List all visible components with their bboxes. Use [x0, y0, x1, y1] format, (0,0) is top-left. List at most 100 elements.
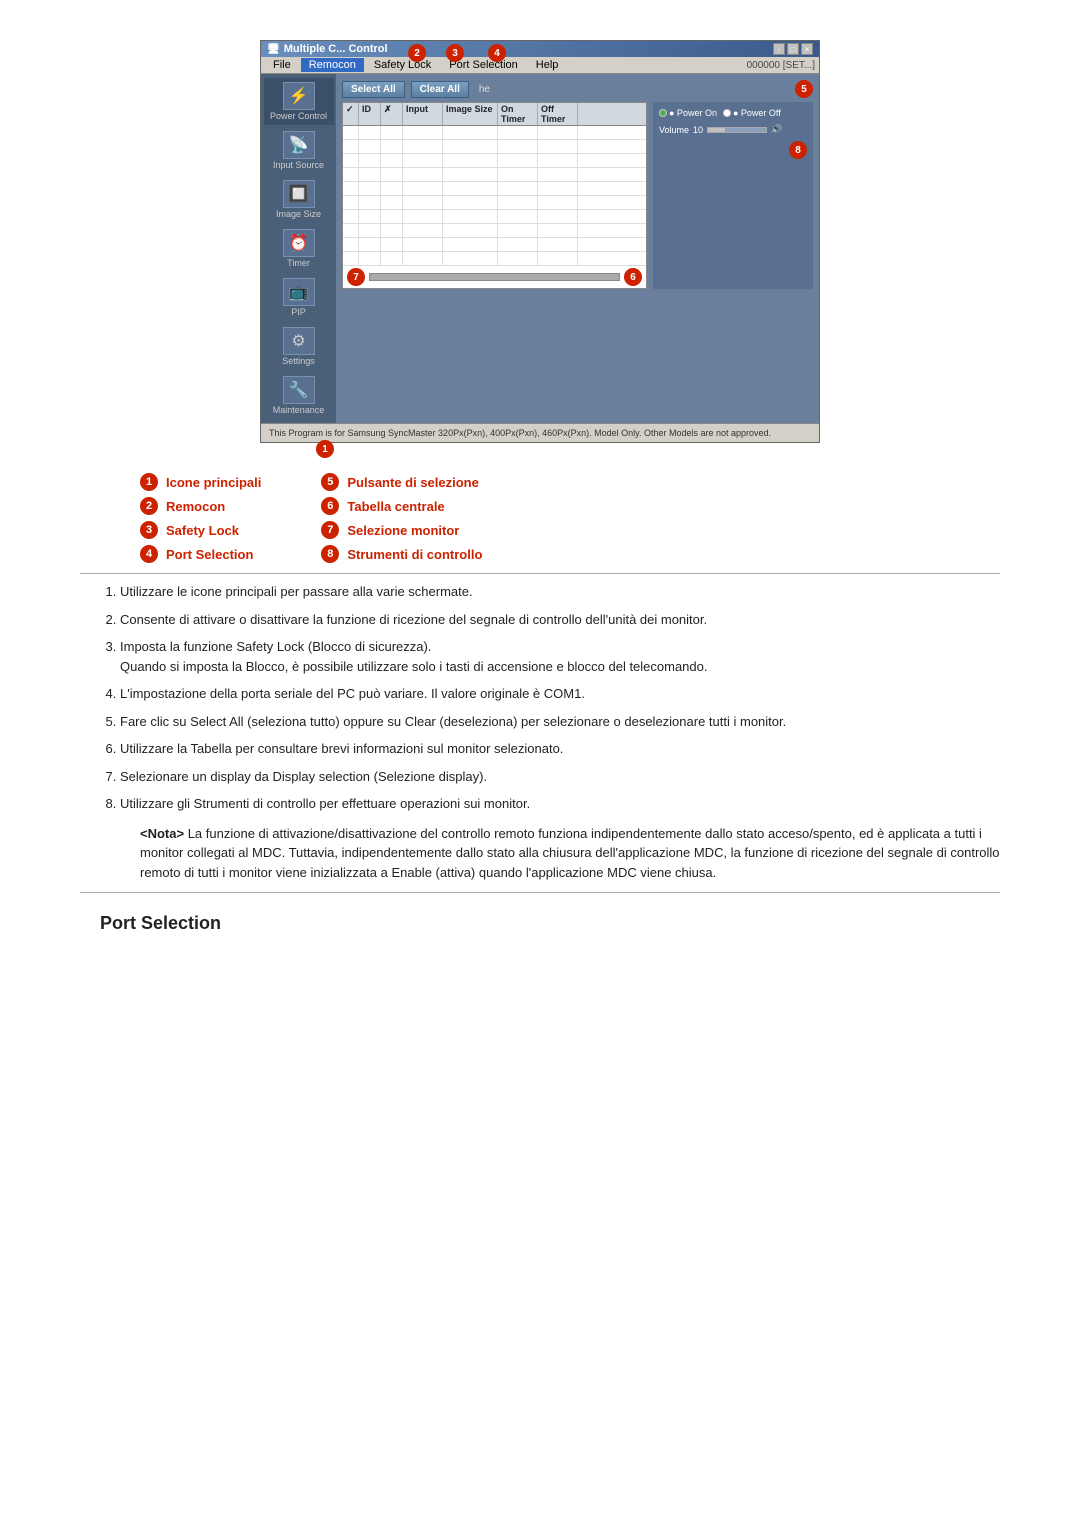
scroll-area: 7 6: [347, 268, 642, 286]
legend-item-6: 6 Tabella centrale: [321, 497, 482, 515]
legend-section: 1 Icone principali 2 Remocon 3 Safety Lo…: [140, 473, 1000, 563]
power-on-radio[interactable]: [659, 109, 667, 117]
circle-3-overlay: 3: [446, 44, 464, 62]
sidebar-timer[interactable]: ⏰ Timer: [264, 225, 334, 272]
status-bar: This Program is for Samsung SyncMaster 3…: [261, 423, 819, 442]
th-check: ✓: [343, 103, 359, 125]
legend-num-7: 7: [321, 521, 339, 539]
table-row: [343, 224, 646, 238]
instruction-8: Utilizzare gli Strumenti di controllo pe…: [120, 794, 980, 814]
sidebar-input-source[interactable]: 📡 Input Source: [264, 127, 334, 174]
circle-8: 8: [789, 141, 807, 159]
sidebar-settings[interactable]: ⚙ Settings: [264, 323, 334, 370]
divider: [80, 573, 1000, 574]
legend-col-left: 1 Icone principali 2 Remocon 3 Safety Lo…: [140, 473, 261, 563]
legend-label-4: Port Selection: [166, 547, 253, 562]
legend-item-4: 4 Port Selection: [140, 545, 261, 563]
minimize-btn[interactable]: -: [773, 43, 785, 55]
instruction-3: Imposta la funzione Safety Lock (Blocco …: [120, 637, 980, 676]
table-row: [343, 196, 646, 210]
sidebar-settings-label: Settings: [282, 356, 315, 366]
legend-item-5: 5 Pulsante di selezione: [321, 473, 482, 491]
sidebar: ⚡ Power Control 📡 Input Source 🔲 Image S…: [261, 74, 336, 423]
legend-num-8: 8: [321, 545, 339, 563]
power-off-option[interactable]: ● Power Off: [723, 108, 781, 118]
circle-5: 5: [795, 80, 813, 98]
menu-safety-lock[interactable]: Safety Lock: [366, 58, 439, 72]
table-row: [343, 126, 646, 140]
legend-item-3: 3 Safety Lock: [140, 521, 261, 539]
app-screenshot: 🖥 Multiple C... Control - □ × File Remoc…: [260, 40, 820, 443]
nota-label: <Nota>: [140, 826, 184, 841]
sidebar-power-label: Power Control: [270, 111, 327, 121]
close-btn[interactable]: ×: [801, 43, 813, 55]
sidebar-input-label: Input Source: [273, 160, 324, 170]
sidebar-maintenance-label: Maintenance: [273, 405, 325, 415]
legend-label-1: Icone principali: [166, 475, 261, 490]
power-off-radio[interactable]: [723, 109, 731, 117]
menu-right-text: 000000 [SET...]: [747, 58, 815, 72]
nota-text: La funzione di attivazione/disattivazion…: [140, 826, 1000, 880]
legend-num-1: 1: [140, 473, 158, 491]
sidebar-pip[interactable]: 📺 PIP: [264, 274, 334, 321]
menu-remocon[interactable]: Remocon: [301, 58, 364, 72]
volume-slider[interactable]: [707, 127, 767, 133]
table-row: [343, 238, 646, 252]
legend-col-right: 5 Pulsante di selezione 6 Tabella centra…: [321, 473, 482, 563]
power-off-label: ● Power Off: [733, 108, 781, 118]
instruction-7: Selezionare un display da Display select…: [120, 767, 980, 787]
table-row: [343, 168, 646, 182]
circle-6: 6: [624, 268, 642, 286]
power-on-option[interactable]: ● Power On: [659, 108, 717, 118]
content-area: Select All Clear All he 5 ✓ ID ✗ Input: [336, 74, 819, 423]
legend-item-2: 2 Remocon: [140, 497, 261, 515]
th-off-timer: Off Timer: [538, 103, 578, 125]
input-source-icon: 📡: [283, 131, 315, 159]
sidebar-maintenance[interactable]: 🔧 Maintenance: [264, 372, 334, 419]
sidebar-image-size[interactable]: 🔲 Image Size: [264, 176, 334, 223]
monitor-table: ✓ ID ✗ Input Image Size On Timer Off Tim…: [342, 102, 647, 289]
sidebar-image-label: Image Size: [276, 209, 321, 219]
title-bar-controls[interactable]: - □ ×: [773, 43, 813, 55]
instructions: Utilizzare le icone principali per passa…: [100, 582, 980, 814]
app-icon: 🖥: [267, 44, 280, 55]
circle-7: 7: [347, 268, 365, 286]
settings-icon: ⚙: [283, 327, 315, 355]
image-size-icon: 🔲: [283, 180, 315, 208]
table-row: [343, 252, 646, 266]
clear-all-button[interactable]: Clear All: [411, 81, 469, 98]
volume-fill: [708, 128, 725, 132]
select-all-button[interactable]: Select All: [342, 81, 405, 98]
menu-help[interactable]: Help: [528, 58, 567, 72]
status-text: This Program is for Samsung SyncMaster 3…: [269, 428, 771, 438]
legend-num-6: 6: [321, 497, 339, 515]
menu-file[interactable]: File: [265, 58, 299, 72]
th-id: ID: [359, 103, 381, 125]
app-body: ⚡ Power Control 📡 Input Source 🔲 Image S…: [261, 74, 819, 423]
maximize-btn[interactable]: □: [787, 43, 799, 55]
scrollbar[interactable]: [369, 273, 620, 281]
th-image-size: Image Size: [443, 103, 498, 125]
sidebar-timer-label: Timer: [287, 258, 310, 268]
sidebar-pip-label: PIP: [291, 307, 306, 317]
volume-row: Volume 10 🔊: [659, 124, 807, 135]
nota-block: <Nota> La funzione di attivazione/disatt…: [140, 824, 1000, 883]
legend-item-1: 1 Icone principali: [140, 473, 261, 491]
volume-value: 10: [693, 125, 703, 135]
legend-num-3: 3: [140, 521, 158, 539]
toolbar: Select All Clear All he 5: [342, 80, 813, 98]
instruction-2: Consente di attivare o disattivare la fu…: [120, 610, 980, 630]
pip-icon: 📺: [283, 278, 315, 306]
title-bar: 🖥 Multiple C... Control - □ ×: [261, 41, 819, 57]
th-model: ✗: [381, 103, 403, 125]
th-on-timer: On Timer: [498, 103, 538, 125]
legend-label-8: Strumenti di controllo: [347, 547, 482, 562]
instruction-1: Utilizzare le icone principali per passa…: [120, 582, 980, 602]
instruction-4: L'impostazione della porta seriale del P…: [120, 684, 980, 704]
table-container: ✓ ID ✗ Input Image Size On Timer Off Tim…: [342, 102, 813, 289]
right-panel: ● Power On ● Power Off Volume 10: [653, 102, 813, 289]
circle-8-container: 8: [659, 141, 807, 159]
app-window: 🖥 Multiple C... Control - □ × File Remoc…: [260, 40, 820, 443]
sidebar-power-control[interactable]: ⚡ Power Control: [264, 78, 334, 125]
instruction-6: Utilizzare la Tabella per consultare bre…: [120, 739, 980, 759]
